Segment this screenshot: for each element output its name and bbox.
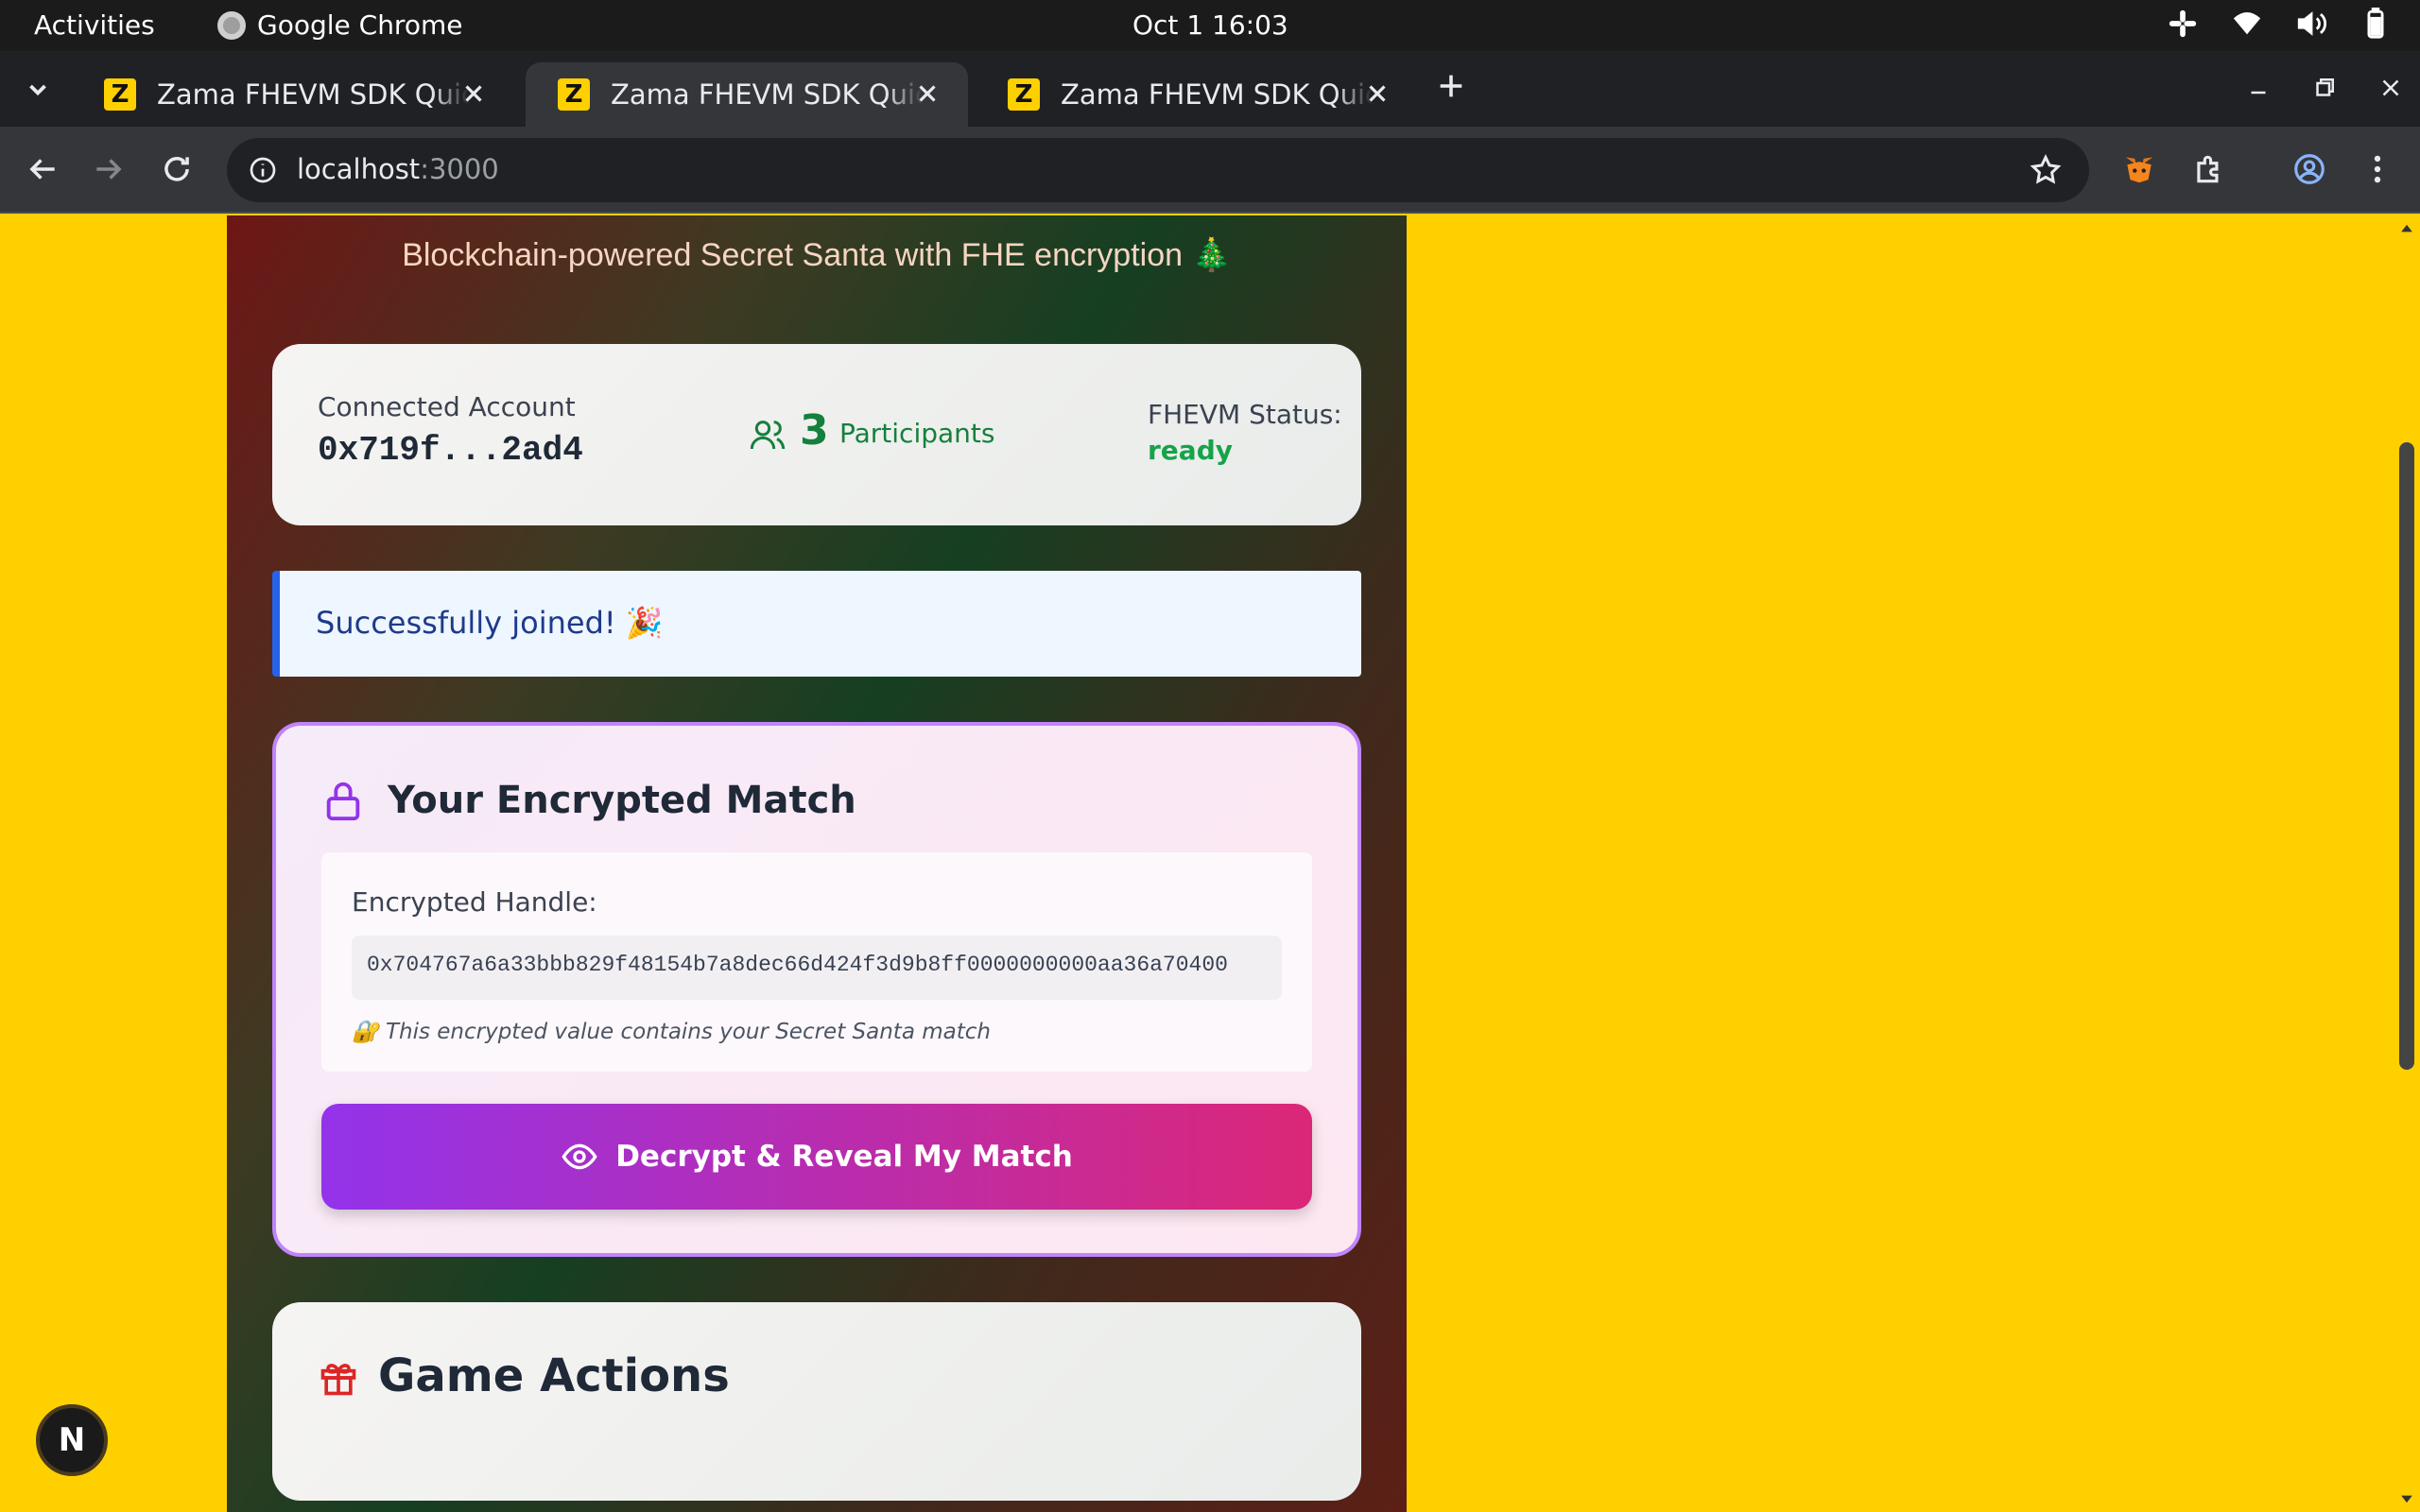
- more-menu-icon[interactable]: [2360, 151, 2395, 187]
- app-name: Google Chrome: [257, 9, 463, 41]
- wifi-icon[interactable]: [2231, 8, 2263, 40]
- app-menu[interactable]: Google Chrome: [217, 9, 462, 41]
- zama-favicon-icon: Z: [1008, 78, 1040, 111]
- encrypted-handle-label: Encrypted Handle:: [352, 886, 597, 918]
- restore-icon[interactable]: [2310, 74, 2339, 102]
- success-alert-text: Successfully joined! 🎉: [316, 605, 664, 641]
- zama-favicon-icon: Z: [104, 78, 136, 111]
- chrome-icon: [217, 10, 246, 40]
- encrypted-match-heading: Your Encrypted Match: [388, 779, 856, 822]
- status-card: Connected Account 0x719f...2ad4 3 Partic…: [272, 344, 1361, 525]
- close-tab-icon[interactable]: [913, 79, 942, 108]
- site-info-icon[interactable]: [248, 155, 278, 185]
- url-text[interactable]: localhost:3000: [297, 153, 499, 185]
- minimize-icon[interactable]: [2244, 74, 2273, 102]
- new-tab-plus-icon[interactable]: [1435, 70, 1467, 102]
- metamask-fox-icon[interactable]: [2121, 151, 2157, 187]
- system-top-bar: Activities Google Chrome Oct 1 16:03: [0, 0, 2420, 51]
- participant-count: 3: [800, 406, 829, 455]
- slack-icon[interactable]: [2167, 8, 2199, 40]
- encrypted-handle-note: 🔐 This encrypted value contains your Sec…: [352, 1020, 991, 1044]
- back-arrow-icon[interactable]: [25, 151, 60, 187]
- url-port: :3000: [420, 153, 499, 185]
- scroll-up-arrow-icon[interactable]: [2397, 219, 2416, 238]
- zama-favicon-icon: Z: [558, 78, 590, 111]
- profile-avatar-icon[interactable]: [2291, 151, 2327, 187]
- system-tray[interactable]: [2167, 8, 2392, 40]
- scroll-down-arrow-icon[interactable]: [2397, 1489, 2416, 1508]
- success-alert: Successfully joined! 🎉: [272, 571, 1361, 677]
- secret-santa-panel: Blockchain-powered Secret Santa with FHE…: [227, 215, 1407, 1512]
- tab-title: Zama FHEVM SDK Quickstart: [1061, 78, 1373, 111]
- users-icon: [750, 421, 786, 450]
- encrypted-match-card: Your Encrypted Match Encrypted Handle: 0…: [272, 722, 1361, 1257]
- tab-strip: Z Zama FHEVM SDK Quickstart Z Zama FHEVM…: [0, 51, 2420, 127]
- close-tab-icon[interactable]: [459, 79, 488, 108]
- decrypt-reveal-button[interactable]: Decrypt & Reveal My Match: [321, 1104, 1312, 1210]
- decrypt-reveal-label: Decrypt & Reveal My Match: [615, 1140, 1073, 1174]
- app-subtitle: Blockchain-powered Secret Santa with FHE…: [402, 237, 1232, 273]
- gift-icon: [320, 1364, 356, 1396]
- extensions-puzzle-icon[interactable]: [2191, 151, 2227, 187]
- game-actions-heading: Game Actions: [378, 1349, 730, 1402]
- connected-account-value: 0x719f...2ad4: [318, 431, 583, 470]
- page-viewport: Blockchain-powered Secret Santa with FHE…: [0, 215, 2420, 1512]
- volume-icon[interactable]: [2295, 8, 2327, 40]
- clock[interactable]: Oct 1 16:03: [1132, 9, 1288, 41]
- bookmark-star-icon[interactable]: [2029, 153, 2063, 187]
- game-actions-card: Game Actions: [272, 1302, 1361, 1501]
- connected-account-label: Connected Account: [318, 391, 576, 422]
- eye-icon: [562, 1143, 597, 1170]
- url-host: localhost: [297, 153, 421, 185]
- participants-label: Participants: [839, 418, 995, 449]
- fhevm-status-label: FHEVM Status:: [1148, 399, 1342, 430]
- close-window-icon[interactable]: [2377, 74, 2405, 102]
- tab-1[interactable]: Z Zama FHEVM SDK Quickstart: [72, 62, 514, 127]
- battery-icon[interactable]: [2360, 8, 2392, 40]
- tab-title: Zama FHEVM SDK Quickstart: [611, 78, 923, 111]
- address-bar[interactable]: localhost:3000: [227, 138, 2089, 202]
- nextjs-dev-badge[interactable]: N: [36, 1404, 108, 1476]
- scrollbar-thumb[interactable]: [2399, 442, 2414, 1070]
- forward-arrow-icon[interactable]: [91, 151, 127, 187]
- page-scrollbar[interactable]: [2394, 215, 2420, 1512]
- activities-button[interactable]: Activities: [34, 9, 155, 41]
- reload-icon[interactable]: [159, 151, 195, 187]
- tab-3[interactable]: Z Zama FHEVM SDK Quickstart: [976, 62, 1418, 127]
- browser-toolbar: localhost:3000: [0, 127, 2420, 214]
- lock-icon: [326, 782, 360, 821]
- tab-2[interactable]: Z Zama FHEVM SDK Quickstart: [526, 62, 968, 127]
- tab-title: Zama FHEVM SDK Quickstart: [157, 78, 469, 111]
- fhevm-status-value: ready: [1148, 435, 1233, 466]
- close-tab-icon[interactable]: [1363, 79, 1392, 108]
- encrypted-handle-box: Encrypted Handle: 0x704767a6a33bbb829f48…: [321, 852, 1312, 1072]
- encrypted-handle-value[interactable]: 0x704767a6a33bbb829f48154b7a8dec66d424f3…: [352, 936, 1282, 1000]
- tab-search-chevron-icon[interactable]: [21, 72, 55, 106]
